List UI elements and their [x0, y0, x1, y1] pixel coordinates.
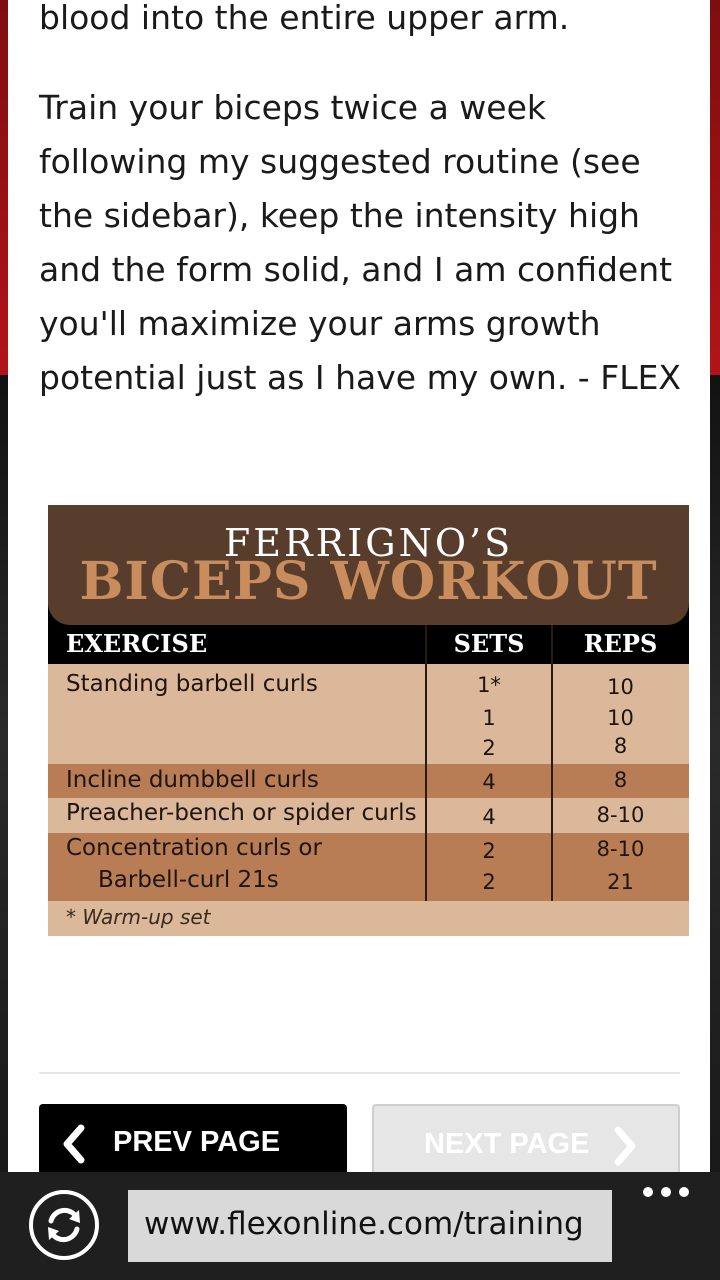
biceps-workout-table: FERRIGNO’S BICEPS WORKOUT EXERCISE SETS … — [48, 505, 689, 936]
browser-app-bar: www.flexonline.com/training — [0, 1172, 720, 1280]
column-header-sets: SETS — [453, 629, 525, 658]
table-cell-sets: 2 — [482, 870, 496, 894]
table-cell-exercise: Barbell-curl 21s — [98, 867, 279, 893]
table-cell-reps: 8-10 — [596, 837, 645, 861]
column-header-exercise: EXERCISE — [66, 629, 208, 658]
table-cell-reps: 10 — [607, 706, 634, 730]
refresh-icon — [48, 1207, 80, 1243]
table-cell-sets: 2 — [482, 736, 496, 760]
more-dots-icon[interactable] — [642, 1182, 690, 1202]
article-content: blood into the entire upper arm. Train y… — [8, 0, 710, 1172]
address-bar-url: www.flexonline.com/training — [144, 1206, 584, 1242]
next-page-button[interactable]: NEXT PAGE — [372, 1104, 680, 1172]
table-cell-sets: 2 — [482, 839, 496, 863]
table-cell-exercise: Standing barbell curls — [66, 671, 318, 697]
content-divider — [39, 1072, 680, 1074]
table-cell-reps: 8 — [613, 768, 628, 792]
table-cell-reps: 10 — [607, 675, 634, 699]
article-paragraph-top: blood into the entire upper arm. — [39, 0, 570, 37]
table-cell-sets: 1* — [477, 673, 501, 697]
table-footnote: * Warm-up set — [66, 905, 211, 929]
next-page-label: NEXT PAGE — [424, 1128, 590, 1160]
column-header-reps: REPS — [583, 629, 658, 658]
table-cell-reps: 8-10 — [596, 803, 645, 827]
refresh-button[interactable] — [29, 1190, 99, 1260]
table-cell-exercise: Incline dumbbell curls — [66, 767, 319, 793]
table-cell-exercise: Concentration curls or — [66, 835, 322, 861]
table-cell-sets: 4 — [482, 805, 496, 829]
prev-page-label: PREV PAGE — [113, 1126, 281, 1158]
article-paragraph-main: Train your biceps twice a week following… — [39, 88, 682, 397]
chevron-right-icon — [614, 1126, 636, 1166]
table-cell-reps: 8 — [613, 734, 628, 758]
table-cell-sets: 1 — [482, 706, 496, 730]
table-cell-exercise: Preacher-bench or spider curls — [66, 800, 417, 826]
table-cell-sets: 4 — [482, 770, 496, 794]
address-bar[interactable]: www.flexonline.com/training — [128, 1190, 612, 1262]
chevron-left-icon — [63, 1124, 85, 1164]
table-title-line2: BICEPS WORKOUT — [79, 551, 658, 612]
prev-page-button[interactable]: PREV PAGE — [39, 1104, 347, 1172]
table-cell-reps: 21 — [607, 870, 634, 894]
